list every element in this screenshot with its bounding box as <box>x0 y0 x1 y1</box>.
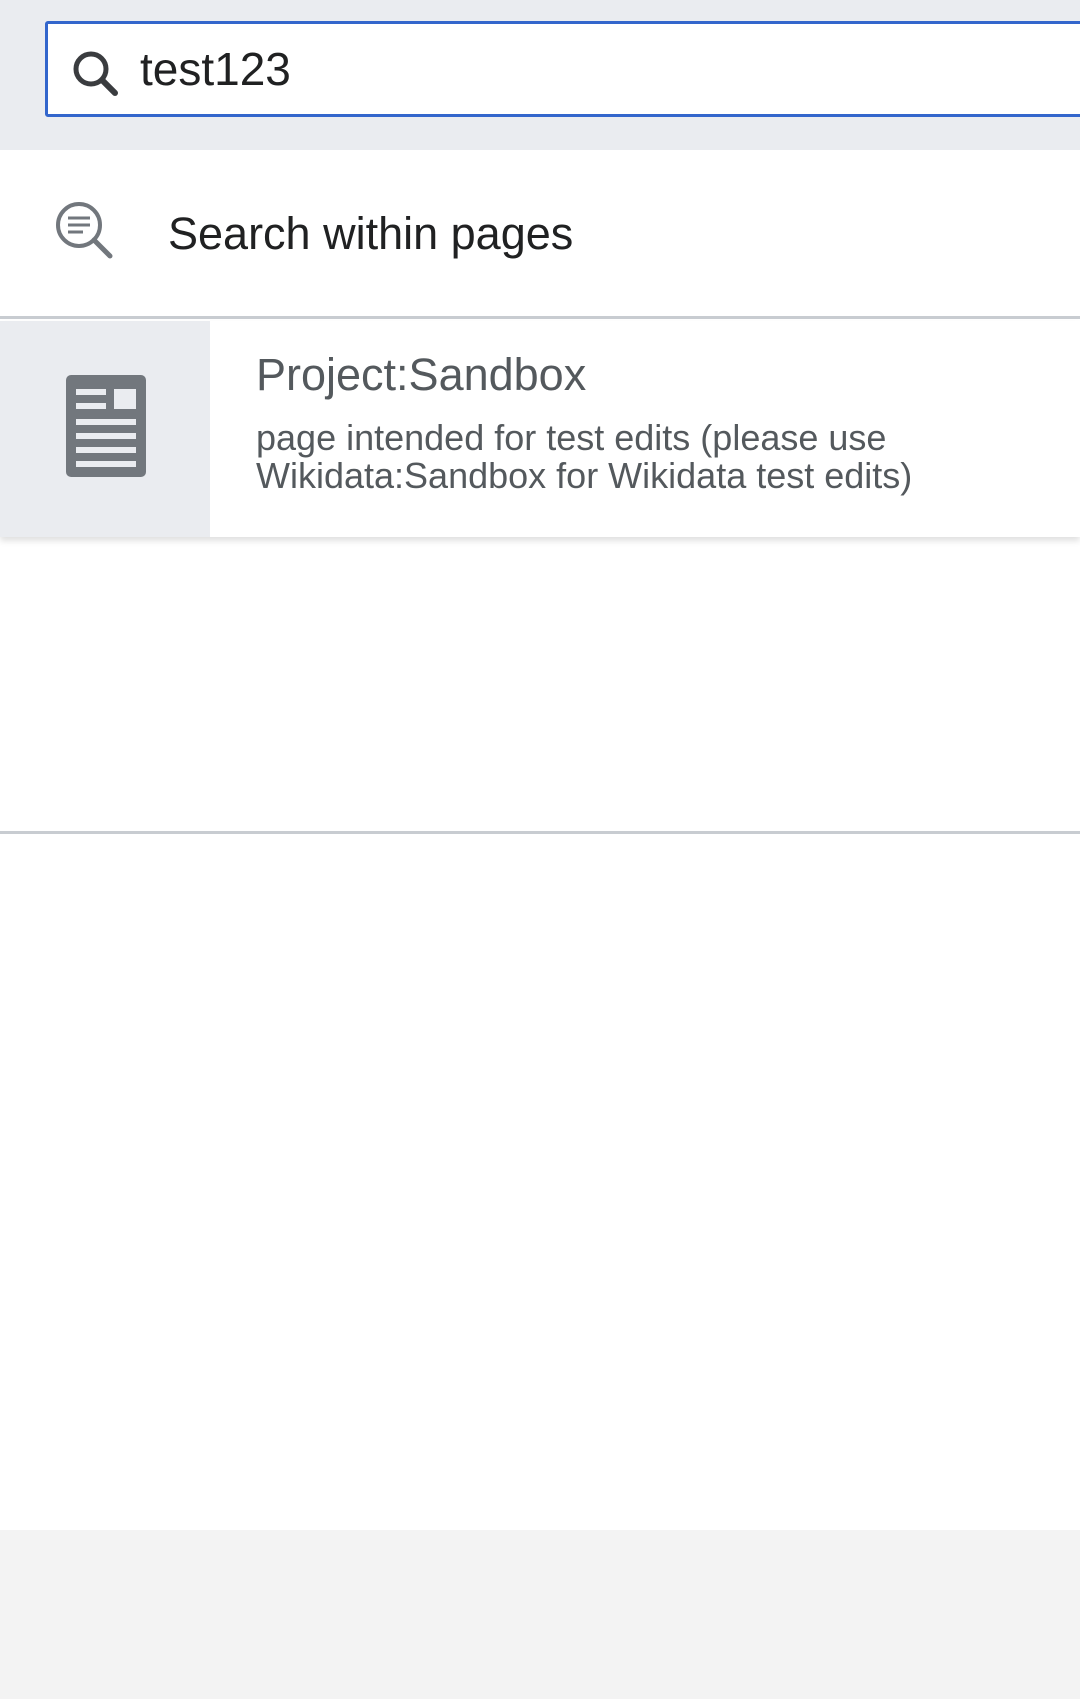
search-icon <box>70 48 120 98</box>
search-result-item[interactable]: Project:Sandbox page intended for test e… <box>0 321 1080 537</box>
search-input[interactable] <box>140 24 1040 114</box>
search-box[interactable] <box>45 21 1080 117</box>
footer-area <box>0 1530 1080 1699</box>
fulltext-search-icon <box>52 198 116 262</box>
article-icon <box>66 375 146 477</box>
search-within-label: Search within pages <box>168 208 574 259</box>
result-title: Project:Sandbox <box>256 349 587 400</box>
search-header <box>0 0 1080 150</box>
search-within-pages-item[interactable]: Search within pages <box>0 150 1080 319</box>
result-description: page intended for test edits (please use… <box>256 417 913 496</box>
divider <box>0 831 1080 834</box>
result-thumbnail <box>0 321 210 537</box>
